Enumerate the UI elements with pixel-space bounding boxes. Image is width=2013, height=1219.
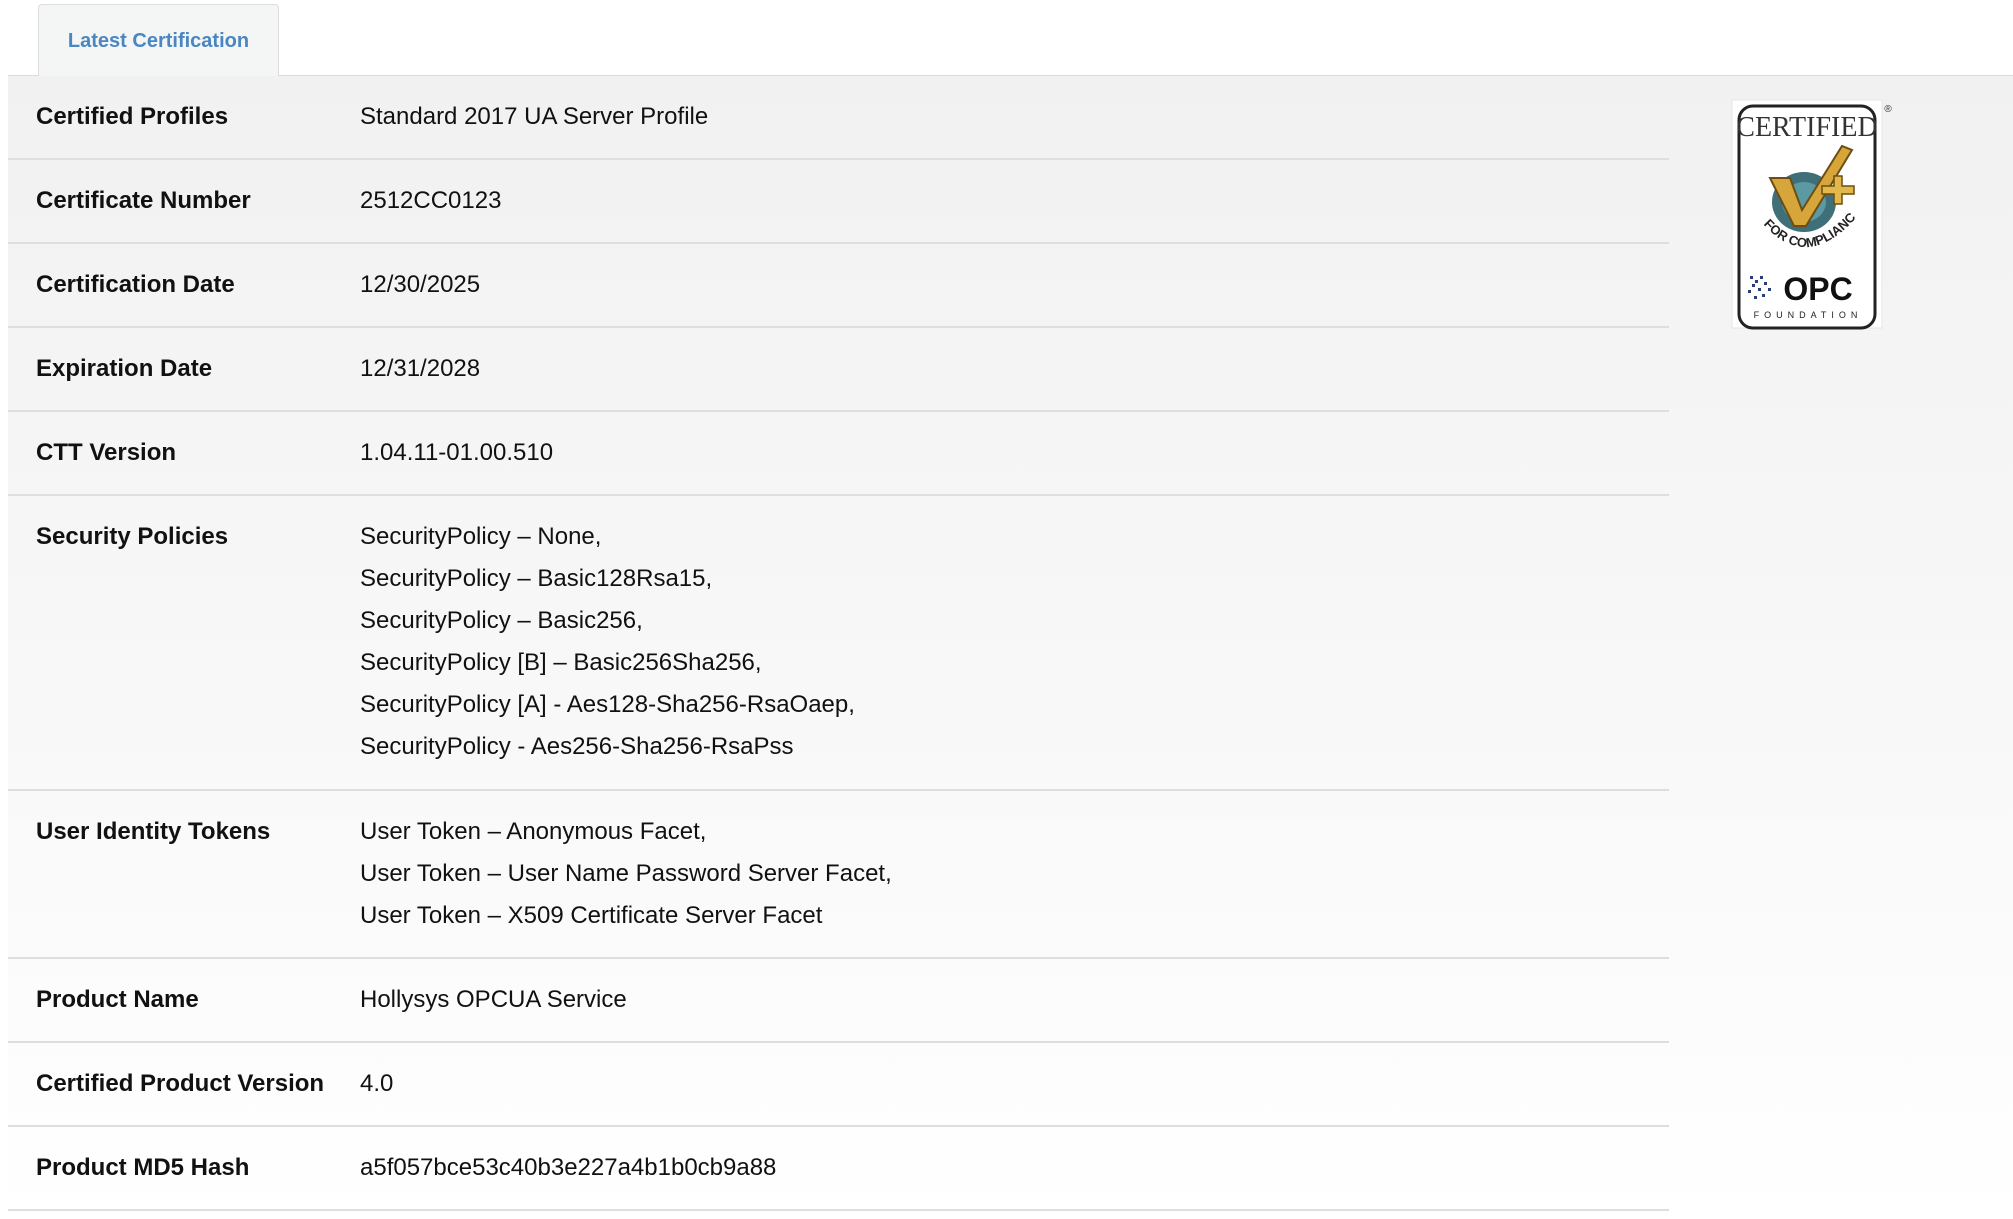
- certified-compliance-badge: CERTIFIED ® FOR COMPLIANCE OPC FOUNDATIO…: [1730, 98, 1892, 330]
- value-line: 12/31/2028: [360, 355, 481, 382]
- table-row: Security Policies SecurityPolicy – None, S…: [8, 496, 1669, 791]
- value-line: Standard 2017 UA Server Profile: [360, 103, 709, 130]
- table-row: Product Name Hollysys OPCUA Service: [8, 959, 1669, 1043]
- table-row: Product MD5 Hash a5f057bce53c40b3e227a4b1…: [8, 1127, 1669, 1211]
- tab-latest-certification[interactable]: Latest Certification: [38, 4, 279, 77]
- row-value: 4.0: [360, 1069, 1669, 1125]
- table-row: Certification Date 12/30/2025: [8, 244, 1669, 328]
- row-label: Certified Profiles: [36, 103, 229, 130]
- row-value: 2512CC0123: [360, 186, 1669, 242]
- row-label: Security Policies: [36, 523, 229, 550]
- table-row: User Identity Tokens User Token – Anonymo…: [8, 791, 1669, 959]
- row-label: Certificate Number: [36, 187, 251, 214]
- row-label: Product Name: [36, 986, 199, 1013]
- value-line: User Token – X509 Certificate Server Fac…: [360, 902, 823, 929]
- row-value: a5f057bce53c40b3e227a4b1b0cb9a88: [360, 1153, 1669, 1209]
- row-value: 1.04.11-01.00.510: [360, 438, 1669, 494]
- value-line: 12/30/2025: [360, 271, 481, 298]
- table-row: Certified Product Version 4.0: [8, 1043, 1669, 1127]
- row-value: 12/30/2025: [360, 270, 1669, 326]
- value-line: User Token – Anonymous Facet,: [360, 818, 707, 845]
- value-line: SecurityPolicy [B] – Basic256Sha256,: [360, 649, 762, 676]
- badge-certified-text: CERTIFIED: [1736, 112, 1877, 143]
- value-line: SecurityPolicy [A] - Aes128-Sha256-RsaOa…: [360, 691, 855, 718]
- row-label: Certification Date: [36, 271, 235, 298]
- table-row: Certified Profiles Standard 2017 UA Serve…: [8, 76, 1669, 160]
- badge-registered-mark: ®: [1884, 104, 1892, 115]
- foundation-text: FOUNDATION: [1754, 310, 1863, 320]
- row-value: User Token – Anonymous Facet, User Token …: [360, 817, 1669, 957]
- row-value: SecurityPolicy – None, SecurityPolicy – B…: [360, 522, 1669, 789]
- value-line: SecurityPolicy – Basic128Rsa15,: [360, 565, 713, 592]
- value-line: SecurityPolicy – Basic256,: [360, 607, 643, 634]
- certification-panel: Certified Profiles Standard 2017 UA Serve…: [8, 76, 2013, 1219]
- value-line: 2512CC0123: [360, 187, 502, 214]
- table-row: CTT Version 1.04.11-01.00.510: [8, 412, 1669, 496]
- row-label: Expiration Date: [36, 355, 213, 382]
- row-label: Product MD5 Hash: [36, 1154, 250, 1181]
- row-value: Hollysys OPCUA Service: [360, 985, 1669, 1041]
- value-line: User Token – User Name Password Server F…: [360, 860, 892, 887]
- row-value: Standard 2017 UA Server Profile: [360, 102, 1669, 158]
- value-line: 4.0: [360, 1070, 394, 1097]
- opc-logo-text: OPC: [1783, 271, 1852, 307]
- value-line: a5f057bce53c40b3e227a4b1b0cb9a88: [360, 1154, 777, 1181]
- table-row: Expiration Date 12/31/2028: [8, 328, 1669, 412]
- tab-bar: Latest Certification: [8, 0, 2013, 77]
- value-line: SecurityPolicy - Aes256-Sha256-RsaPss: [360, 733, 794, 760]
- certification-table: Certified Profiles Standard 2017 UA Serve…: [8, 76, 1669, 1211]
- row-label: CTT Version: [36, 439, 177, 466]
- value-line: SecurityPolicy – None,: [360, 523, 602, 550]
- value-line: Hollysys OPCUA Service: [360, 986, 627, 1013]
- value-line: 1.04.11-01.00.510: [360, 439, 554, 466]
- row-label: Certified Product Version: [36, 1070, 325, 1097]
- row-label: User Identity Tokens: [36, 818, 271, 845]
- table-row: Certificate Number 2512CC0123: [8, 160, 1669, 244]
- row-value: 12/31/2028: [360, 354, 1669, 410]
